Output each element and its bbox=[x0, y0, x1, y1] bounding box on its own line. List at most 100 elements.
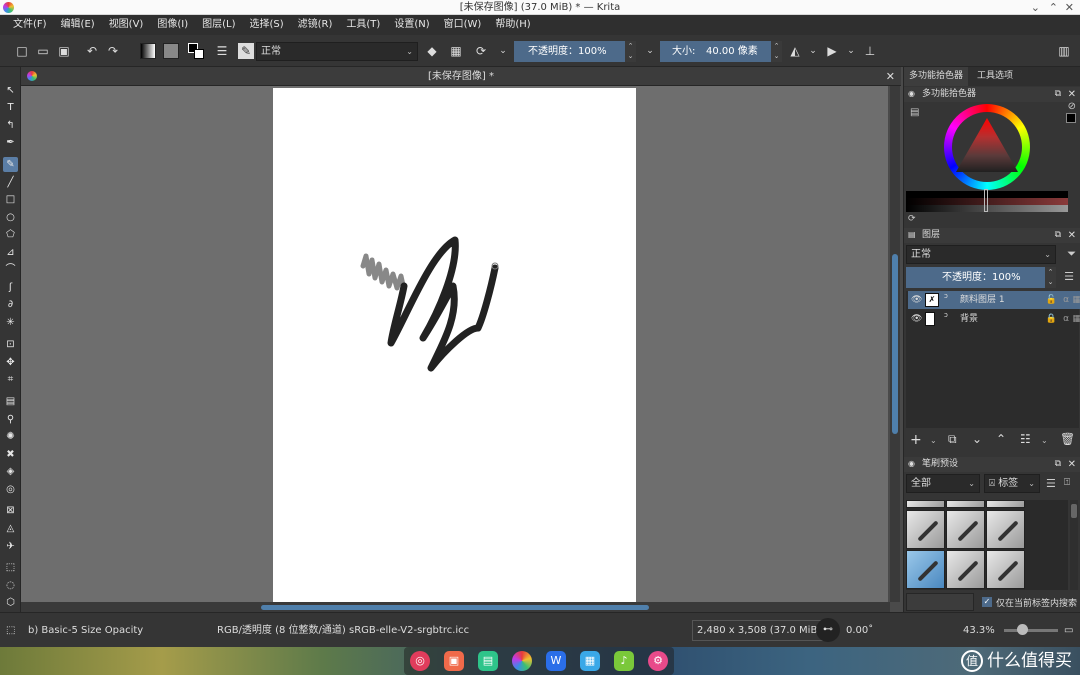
brush-preset-thumb[interactable] bbox=[906, 500, 945, 508]
dynamic-brush-tool-icon[interactable]: ∂ bbox=[3, 297, 18, 312]
import-preset-icon[interactable]: ⍐ bbox=[1064, 477, 1070, 488]
ellipse-select-tool-icon[interactable]: ◌ bbox=[3, 578, 18, 593]
visibility-eye-icon[interactable]: 👁 bbox=[911, 291, 922, 309]
close-document-icon[interactable]: ✕ bbox=[886, 67, 895, 86]
close-panel-icon[interactable]: ✕ bbox=[1068, 228, 1076, 243]
brush-preset-thumb[interactable] bbox=[946, 550, 985, 589]
menu-filter[interactable]: 滤镜(R) bbox=[291, 15, 340, 35]
brush-preset-thumb[interactable] bbox=[946, 510, 985, 549]
close-window-button[interactable]: ✕ bbox=[1065, 0, 1074, 15]
preset-search-input[interactable] bbox=[906, 593, 974, 611]
menu-tools[interactable]: 工具(T) bbox=[339, 15, 387, 35]
tab-advanced-color-selector[interactable]: 多功能拾色器 bbox=[904, 67, 969, 86]
canvas-horizontal-scrollbar[interactable] bbox=[21, 602, 890, 612]
brush-preset-thumb[interactable] bbox=[986, 510, 1025, 549]
assistant-tool-icon[interactable]: ◎ bbox=[3, 482, 18, 497]
app-icon-wps[interactable]: W bbox=[546, 651, 566, 671]
layer-opacity-slider[interactable]: 不透明度：100% ⌃ ⌄ bbox=[906, 267, 1056, 288]
preset-scrollbar[interactable] bbox=[1070, 500, 1078, 590]
maximize-button[interactable]: ⌃ bbox=[1049, 0, 1058, 15]
colorize-mask-tool-icon[interactable]: ✺ bbox=[3, 429, 18, 444]
app-icon-settings[interactable]: ⚙ bbox=[648, 651, 668, 671]
app-icon-terminal[interactable]: ▤ bbox=[478, 651, 498, 671]
redo-icon[interactable]: ↷ bbox=[105, 43, 121, 59]
search-in-tag-checkbox[interactable]: ✓ bbox=[982, 597, 992, 607]
gradient-tool-icon[interactable]: ▤ bbox=[3, 394, 18, 409]
layer-row[interactable]: 👁 ✗ ↄ 颜料图层 1 🔓 α ▦ bbox=[908, 291, 1080, 309]
app-icon-screenshot[interactable]: ▣ bbox=[444, 651, 464, 671]
move-layer-down-icon[interactable]: ⌄ bbox=[972, 432, 982, 446]
layer-row[interactable]: 👁 ↄ 背景 🔒 α ▦ bbox=[908, 310, 1080, 328]
app-icon-browser[interactable]: ◎ bbox=[410, 651, 430, 671]
canvas-paper[interactable] bbox=[273, 88, 636, 602]
undo-icon[interactable]: ↶ bbox=[84, 43, 100, 59]
mirror-vertical-icon[interactable]: ▶ bbox=[824, 43, 840, 59]
float-panel-icon[interactable]: ⧉ bbox=[1055, 228, 1061, 243]
wrap-around-icon[interactable]: ⊥ bbox=[862, 43, 878, 59]
calligraphy-tool-icon[interactable]: ✒ bbox=[3, 135, 18, 150]
tab-tool-options[interactable]: 工具选项 bbox=[972, 67, 1018, 86]
inherit-alpha-icon[interactable]: ▦ bbox=[1072, 291, 1080, 309]
polyline-tool-icon[interactable]: ⊿ bbox=[3, 245, 18, 260]
alpha-lock-icon[interactable]: ▦ bbox=[448, 43, 464, 59]
size-slider[interactable]: 大小: 40.00 像素 ⌃ ⌄ bbox=[660, 41, 782, 62]
save-icon[interactable]: ▣ bbox=[56, 43, 72, 59]
move-layer-up-icon[interactable]: ⌃ bbox=[996, 432, 1006, 446]
opacity-slider[interactable]: 不透明度：100% ⌃ ⌄ bbox=[514, 41, 636, 62]
menu-window[interactable]: 窗口(W) bbox=[437, 15, 489, 35]
open-folder-icon[interactable]: ▭ bbox=[35, 43, 51, 59]
brush-preset-thumb-selected[interactable] bbox=[906, 550, 945, 589]
menu-edit[interactable]: 编辑(E) bbox=[54, 15, 102, 35]
color-slider-handle[interactable] bbox=[984, 189, 988, 212]
app-icon-krita[interactable] bbox=[512, 651, 532, 671]
brush-preset-thumb[interactable] bbox=[986, 550, 1025, 589]
add-layer-icon[interactable]: + bbox=[910, 432, 922, 448]
brush-preset-thumb[interactable] bbox=[906, 510, 945, 549]
size-spin-arrows[interactable]: ⌃ ⌄ bbox=[771, 41, 782, 62]
menu-image[interactable]: 图像(I) bbox=[150, 15, 195, 35]
line-tool-icon[interactable]: ╱ bbox=[3, 175, 18, 190]
preset-tag-select[interactable]: ⍓ 标签 ⌄ bbox=[984, 474, 1040, 493]
minimize-button[interactable]: ⌄ bbox=[1031, 0, 1040, 15]
menu-settings[interactable]: 设置(N) bbox=[387, 15, 436, 35]
app-icon-music[interactable]: ♪ bbox=[614, 651, 634, 671]
reference-tool-icon[interactable]: ◬ bbox=[3, 521, 18, 536]
preset-filter-select[interactable]: 全部 ⌄ bbox=[906, 474, 980, 493]
app-icon-store[interactable]: ▦ bbox=[580, 651, 600, 671]
rectangle-tool-icon[interactable]: □ bbox=[3, 192, 18, 207]
no-color-icon[interactable]: ⊘ bbox=[1068, 101, 1076, 112]
dock-panel-toggle-icon[interactable]: ▥ bbox=[1056, 43, 1072, 59]
chevron-down-icon[interactable]: ⌄ bbox=[642, 43, 658, 59]
measure-tool-icon[interactable]: ⊠ bbox=[3, 503, 18, 518]
layer-options-menu-icon[interactable]: ☰ bbox=[1064, 270, 1074, 283]
new-document-icon[interactable]: □ bbox=[14, 43, 30, 59]
duplicate-layer-icon[interactable]: ⧉ bbox=[948, 432, 957, 447]
chevron-down-icon[interactable]: ⌄ bbox=[843, 43, 859, 59]
layer-properties-icon[interactable]: ☷ bbox=[1020, 432, 1031, 446]
edit-brush-settings-icon[interactable]: ☰ bbox=[214, 43, 230, 59]
zoom-slider-handle[interactable] bbox=[1017, 624, 1028, 635]
zoom-slider[interactable] bbox=[1004, 629, 1058, 632]
filter-icon[interactable]: ⏷ bbox=[1067, 247, 1076, 261]
alpha-icon[interactable]: α bbox=[1063, 310, 1069, 328]
preset-view-menu-icon[interactable]: ☰ bbox=[1046, 477, 1056, 490]
eraser-icon[interactable]: ◆ bbox=[424, 43, 440, 59]
chevron-down-icon[interactable]: ⌄ bbox=[495, 43, 511, 59]
close-panel-icon[interactable]: ✕ bbox=[1068, 457, 1076, 472]
menu-select[interactable]: 选择(S) bbox=[242, 15, 290, 35]
freehand-brush-tool-icon[interactable]: ✎ bbox=[3, 157, 18, 172]
lock-icon[interactable]: 🔒 bbox=[1046, 310, 1057, 328]
menu-help[interactable]: 帮助(H) bbox=[488, 15, 537, 35]
menu-layer[interactable]: 图层(L) bbox=[195, 15, 242, 35]
pin-tool-icon[interactable]: ✈ bbox=[3, 539, 18, 554]
color-picker-tool-icon[interactable]: ⚲ bbox=[3, 412, 18, 427]
menu-view[interactable]: 视图(V) bbox=[102, 15, 151, 35]
bezier-tool-icon[interactable]: ⌒ bbox=[3, 262, 18, 277]
float-panel-icon[interactable]: ⧉ bbox=[1055, 87, 1061, 102]
brush-preset-icon[interactable]: ✎ bbox=[238, 43, 254, 59]
visibility-eye-icon[interactable]: 👁 bbox=[911, 310, 922, 328]
rotation-dial-icon[interactable]: ⊷ bbox=[816, 618, 840, 642]
brush-preset-thumb[interactable] bbox=[986, 500, 1025, 508]
select-shapes-tool-icon[interactable]: ↖ bbox=[3, 83, 18, 98]
fullscreen-icon[interactable]: ▭ bbox=[1064, 613, 1073, 648]
